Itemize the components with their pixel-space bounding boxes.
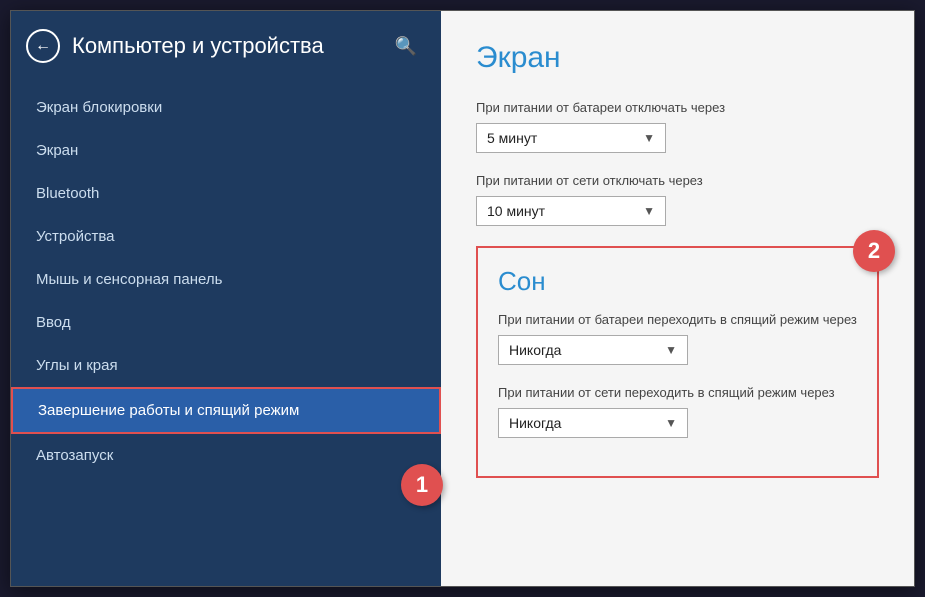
network-sleep-setting: При питании от сети переходить в спящий …	[498, 385, 857, 438]
search-button[interactable]: 🔍	[391, 32, 421, 61]
network-sleep-dropdown[interactable]: Никогда ▼	[498, 408, 688, 438]
chevron-down-icon: ▼	[643, 131, 655, 145]
network-off-dropdown[interactable]: 10 минут ▼	[476, 196, 666, 226]
sidebar-item-screen[interactable]: Экран	[11, 129, 441, 172]
battery-sleep-value: Никогда	[509, 342, 665, 358]
network-off-label: При питании от сети отключать через	[476, 173, 879, 188]
sidebar-item-corners[interactable]: Углы и края	[11, 344, 441, 387]
app-window: ← Компьютер и устройства 🔍 Экран блокиро…	[10, 10, 915, 587]
sidebar-item-lock-screen[interactable]: Экран блокировки	[11, 86, 441, 129]
network-off-setting: При питании от сети отключать через 10 м…	[476, 173, 879, 226]
chevron-down-icon-2: ▼	[643, 204, 655, 218]
badge-1: 1	[401, 464, 443, 506]
sidebar-header: ← Компьютер и устройства 🔍	[11, 11, 441, 81]
sidebar-item-mouse[interactable]: Мышь и сенсорная панель	[11, 258, 441, 301]
sidebar: ← Компьютер и устройства 🔍 Экран блокиро…	[11, 11, 441, 586]
battery-sleep-dropdown[interactable]: Никогда ▼	[498, 335, 688, 365]
sidebar-item-bluetooth[interactable]: Bluetooth	[11, 172, 441, 215]
sidebar-item-devices[interactable]: Устройства	[11, 215, 441, 258]
battery-sleep-label: При питании от батареи переходить в спящ…	[498, 312, 857, 327]
sleep-section: 2 Сон При питании от батареи переходить …	[476, 246, 879, 478]
network-off-value: 10 минут	[487, 203, 643, 219]
battery-sleep-setting: При питании от батареи переходить в спящ…	[498, 312, 857, 365]
chevron-down-icon-4: ▼	[665, 416, 677, 430]
battery-off-setting: При питании от батареи отключать через 5…	[476, 100, 879, 153]
sidebar-item-input[interactable]: Ввод	[11, 301, 441, 344]
network-sleep-label: При питании от сети переходить в спящий …	[498, 385, 857, 400]
sidebar-item-autostart[interactable]: Автозапуск	[11, 434, 441, 477]
battery-off-value: 5 минут	[487, 130, 643, 146]
sidebar-title: Компьютер и устройства	[72, 33, 379, 59]
chevron-down-icon-3: ▼	[665, 343, 677, 357]
main-content: Экран При питании от батареи отключать ч…	[441, 11, 914, 586]
badge-2: 2	[853, 230, 895, 272]
sleep-section-title: Сон	[498, 266, 857, 297]
battery-off-dropdown[interactable]: 5 минут ▼	[476, 123, 666, 153]
back-button[interactable]: ←	[26, 29, 60, 63]
sidebar-nav: Экран блокировки Экран Bluetooth Устройс…	[11, 81, 441, 477]
sidebar-item-shutdown[interactable]: Завершение работы и спящий режим	[11, 387, 441, 434]
network-sleep-value: Никогда	[509, 415, 665, 431]
page-title: Экран	[476, 41, 879, 75]
battery-off-label: При питании от батареи отключать через	[476, 100, 879, 115]
back-icon: ←	[35, 37, 51, 55]
